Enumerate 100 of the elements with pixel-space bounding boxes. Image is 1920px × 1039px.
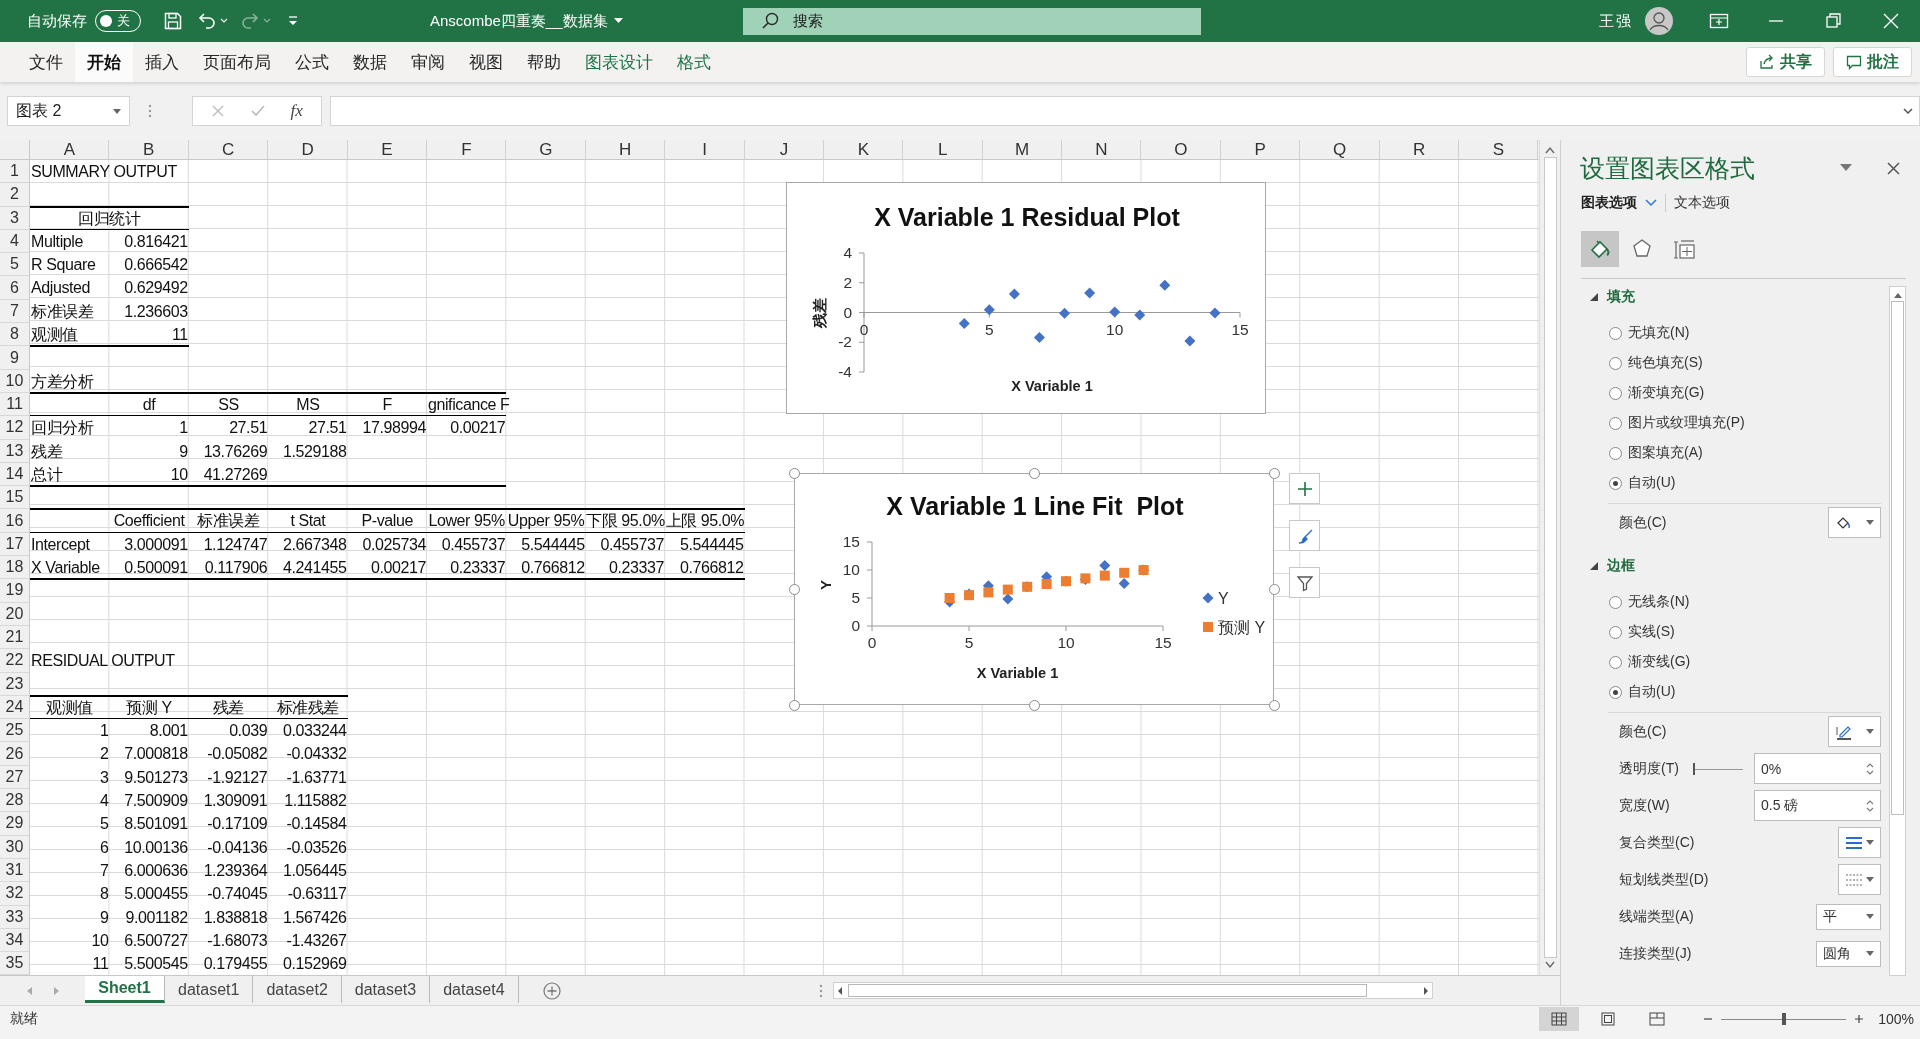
resize-handle[interactable] <box>1028 699 1040 711</box>
column-header[interactable]: H <box>585 140 666 160</box>
ribbon-tab[interactable]: 公式 <box>283 42 341 82</box>
normal-view-icon[interactable] <box>1539 1006 1580 1031</box>
ribbon-tab[interactable]: 图表设计 <box>573 42 665 82</box>
dropdown[interactable]: 平 <box>1816 903 1881 930</box>
column-header[interactable]: M <box>982 140 1063 160</box>
column-header[interactable]: N <box>1062 140 1142 160</box>
pane-tab[interactable]: 图表选项 <box>1573 194 1665 212</box>
column-header[interactable]: O <box>1141 140 1221 160</box>
column-header[interactable]: C <box>188 140 269 160</box>
column-header[interactable]: D <box>268 140 348 160</box>
ribbon-tab[interactable]: 视图 <box>457 42 515 82</box>
row-header[interactable]: 34 <box>0 928 30 953</box>
column-header[interactable]: Q <box>1300 140 1380 160</box>
row-header[interactable]: 24 <box>0 695 30 720</box>
row-header[interactable]: 25 <box>0 719 30 743</box>
row-header[interactable]: 14 <box>0 462 30 487</box>
row-header[interactable]: 2 <box>0 183 30 207</box>
comments-button[interactable]: 批注 <box>1833 47 1912 77</box>
row-header[interactable]: 31 <box>0 858 30 883</box>
column-header[interactable]: E <box>347 140 427 160</box>
row-header[interactable]: 35 <box>0 952 30 975</box>
resize-handle[interactable] <box>1268 699 1280 711</box>
restore-icon[interactable] <box>1823 12 1843 30</box>
row-header[interactable]: 18 <box>0 556 30 580</box>
row-header[interactable]: 16 <box>0 509 30 533</box>
radio-button[interactable] <box>1609 476 1622 490</box>
drag-handle-icon[interactable] <box>818 983 823 998</box>
ribbon-tab[interactable]: 文件 <box>17 42 75 82</box>
resize-handle[interactable] <box>1268 467 1280 479</box>
resize-handle[interactable] <box>1268 583 1280 595</box>
column-header[interactable]: L <box>903 140 983 160</box>
resize-handle[interactable] <box>788 699 800 711</box>
expand-icon[interactable] <box>1589 561 1599 571</box>
scroll-down-icon[interactable] <box>1545 961 1555 969</box>
close-icon[interactable] <box>1881 12 1901 30</box>
ribbon-tab[interactable]: 插入 <box>133 42 191 82</box>
customize-icon[interactable] <box>287 15 299 27</box>
scroll-up-icon[interactable] <box>1892 291 1903 299</box>
column-header[interactable]: S <box>1459 140 1539 160</box>
width-input[interactable]: 0.5 磅 <box>1754 790 1881 821</box>
scroll-right-icon[interactable] <box>1421 985 1430 996</box>
row-header[interactable]: 1 <box>0 160 30 184</box>
row-header[interactable]: 6 <box>0 276 30 300</box>
row-header[interactable]: 12 <box>0 416 30 440</box>
row-header[interactable]: 10 <box>0 369 30 393</box>
row-header[interactable]: 30 <box>0 835 30 859</box>
expand-icon[interactable] <box>1903 108 1913 114</box>
add-sheet-icon[interactable] <box>542 981 561 1000</box>
radio-button[interactable] <box>1609 356 1622 370</box>
row-header[interactable]: 27 <box>0 765 30 789</box>
row-header[interactable]: 32 <box>0 882 30 906</box>
column-header[interactable]: G <box>506 140 586 160</box>
insert-function-button[interactable]: fx <box>290 101 303 121</box>
zoom-in-icon[interactable] <box>1854 1013 1865 1024</box>
compound-type-picker[interactable] <box>1838 827 1881 858</box>
ribbon-display-icon[interactable] <box>1709 12 1729 30</box>
column-header[interactable]: K <box>823 140 904 160</box>
radio-button[interactable] <box>1609 625 1622 639</box>
sheet-tab[interactable]: dataset1 <box>165 976 254 1003</box>
radio-button[interactable] <box>1609 416 1622 430</box>
row-header[interactable]: 5 <box>0 253 30 277</box>
row-header[interactable]: 9 <box>0 346 30 370</box>
transparency-slider[interactable] <box>1692 761 1743 776</box>
radio-button[interactable] <box>1609 685 1622 699</box>
ribbon-tab[interactable]: 审阅 <box>399 42 457 82</box>
column-header[interactable]: P <box>1220 140 1301 160</box>
radio-button[interactable] <box>1609 655 1622 669</box>
resize-handle[interactable] <box>788 583 800 595</box>
chart-elements-button[interactable] <box>1289 473 1320 504</box>
caret-icon[interactable] <box>1645 199 1657 207</box>
sheet-tab[interactable]: Sheet1 <box>85 976 165 1003</box>
scroll-up-icon[interactable] <box>1545 146 1555 154</box>
row-header[interactable]: 33 <box>0 905 30 929</box>
row-header[interactable]: 28 <box>0 789 30 813</box>
spin-icon[interactable] <box>1866 798 1874 813</box>
row-header[interactable]: 26 <box>0 742 30 766</box>
row-header[interactable]: 3 <box>0 206 30 230</box>
row-header[interactable]: 22 <box>0 649 30 673</box>
row-header[interactable]: 19 <box>0 579 30 603</box>
pane-tab[interactable]: 文本选项 <box>1666 194 1738 212</box>
name-box[interactable]: 图表 2 <box>7 96 131 126</box>
row-header[interactable]: 21 <box>0 625 30 650</box>
expand-icon[interactable] <box>1589 292 1599 302</box>
sheet-tab[interactable]: dataset3 <box>341 976 431 1003</box>
radio-button[interactable] <box>1609 446 1622 460</box>
caret-icon[interactable] <box>613 18 623 24</box>
scroll-thumb[interactable] <box>1891 301 1904 815</box>
ribbon-tab[interactable]: 开始 <box>75 42 133 82</box>
column-header[interactable]: A <box>30 140 110 160</box>
share-button[interactable]: 共享 <box>1746 47 1825 77</box>
save-icon[interactable] <box>163 11 183 31</box>
row-header[interactable]: 15 <box>0 486 30 510</box>
row-header[interactable]: 17 <box>0 532 30 557</box>
transparency-input[interactable]: 0% <box>1754 753 1881 784</box>
sheet-tab[interactable]: dataset2 <box>253 976 342 1003</box>
sheet-tab[interactable]: dataset4 <box>430 976 519 1003</box>
undo-icon[interactable] <box>197 11 217 31</box>
resize-handle[interactable] <box>788 467 800 479</box>
